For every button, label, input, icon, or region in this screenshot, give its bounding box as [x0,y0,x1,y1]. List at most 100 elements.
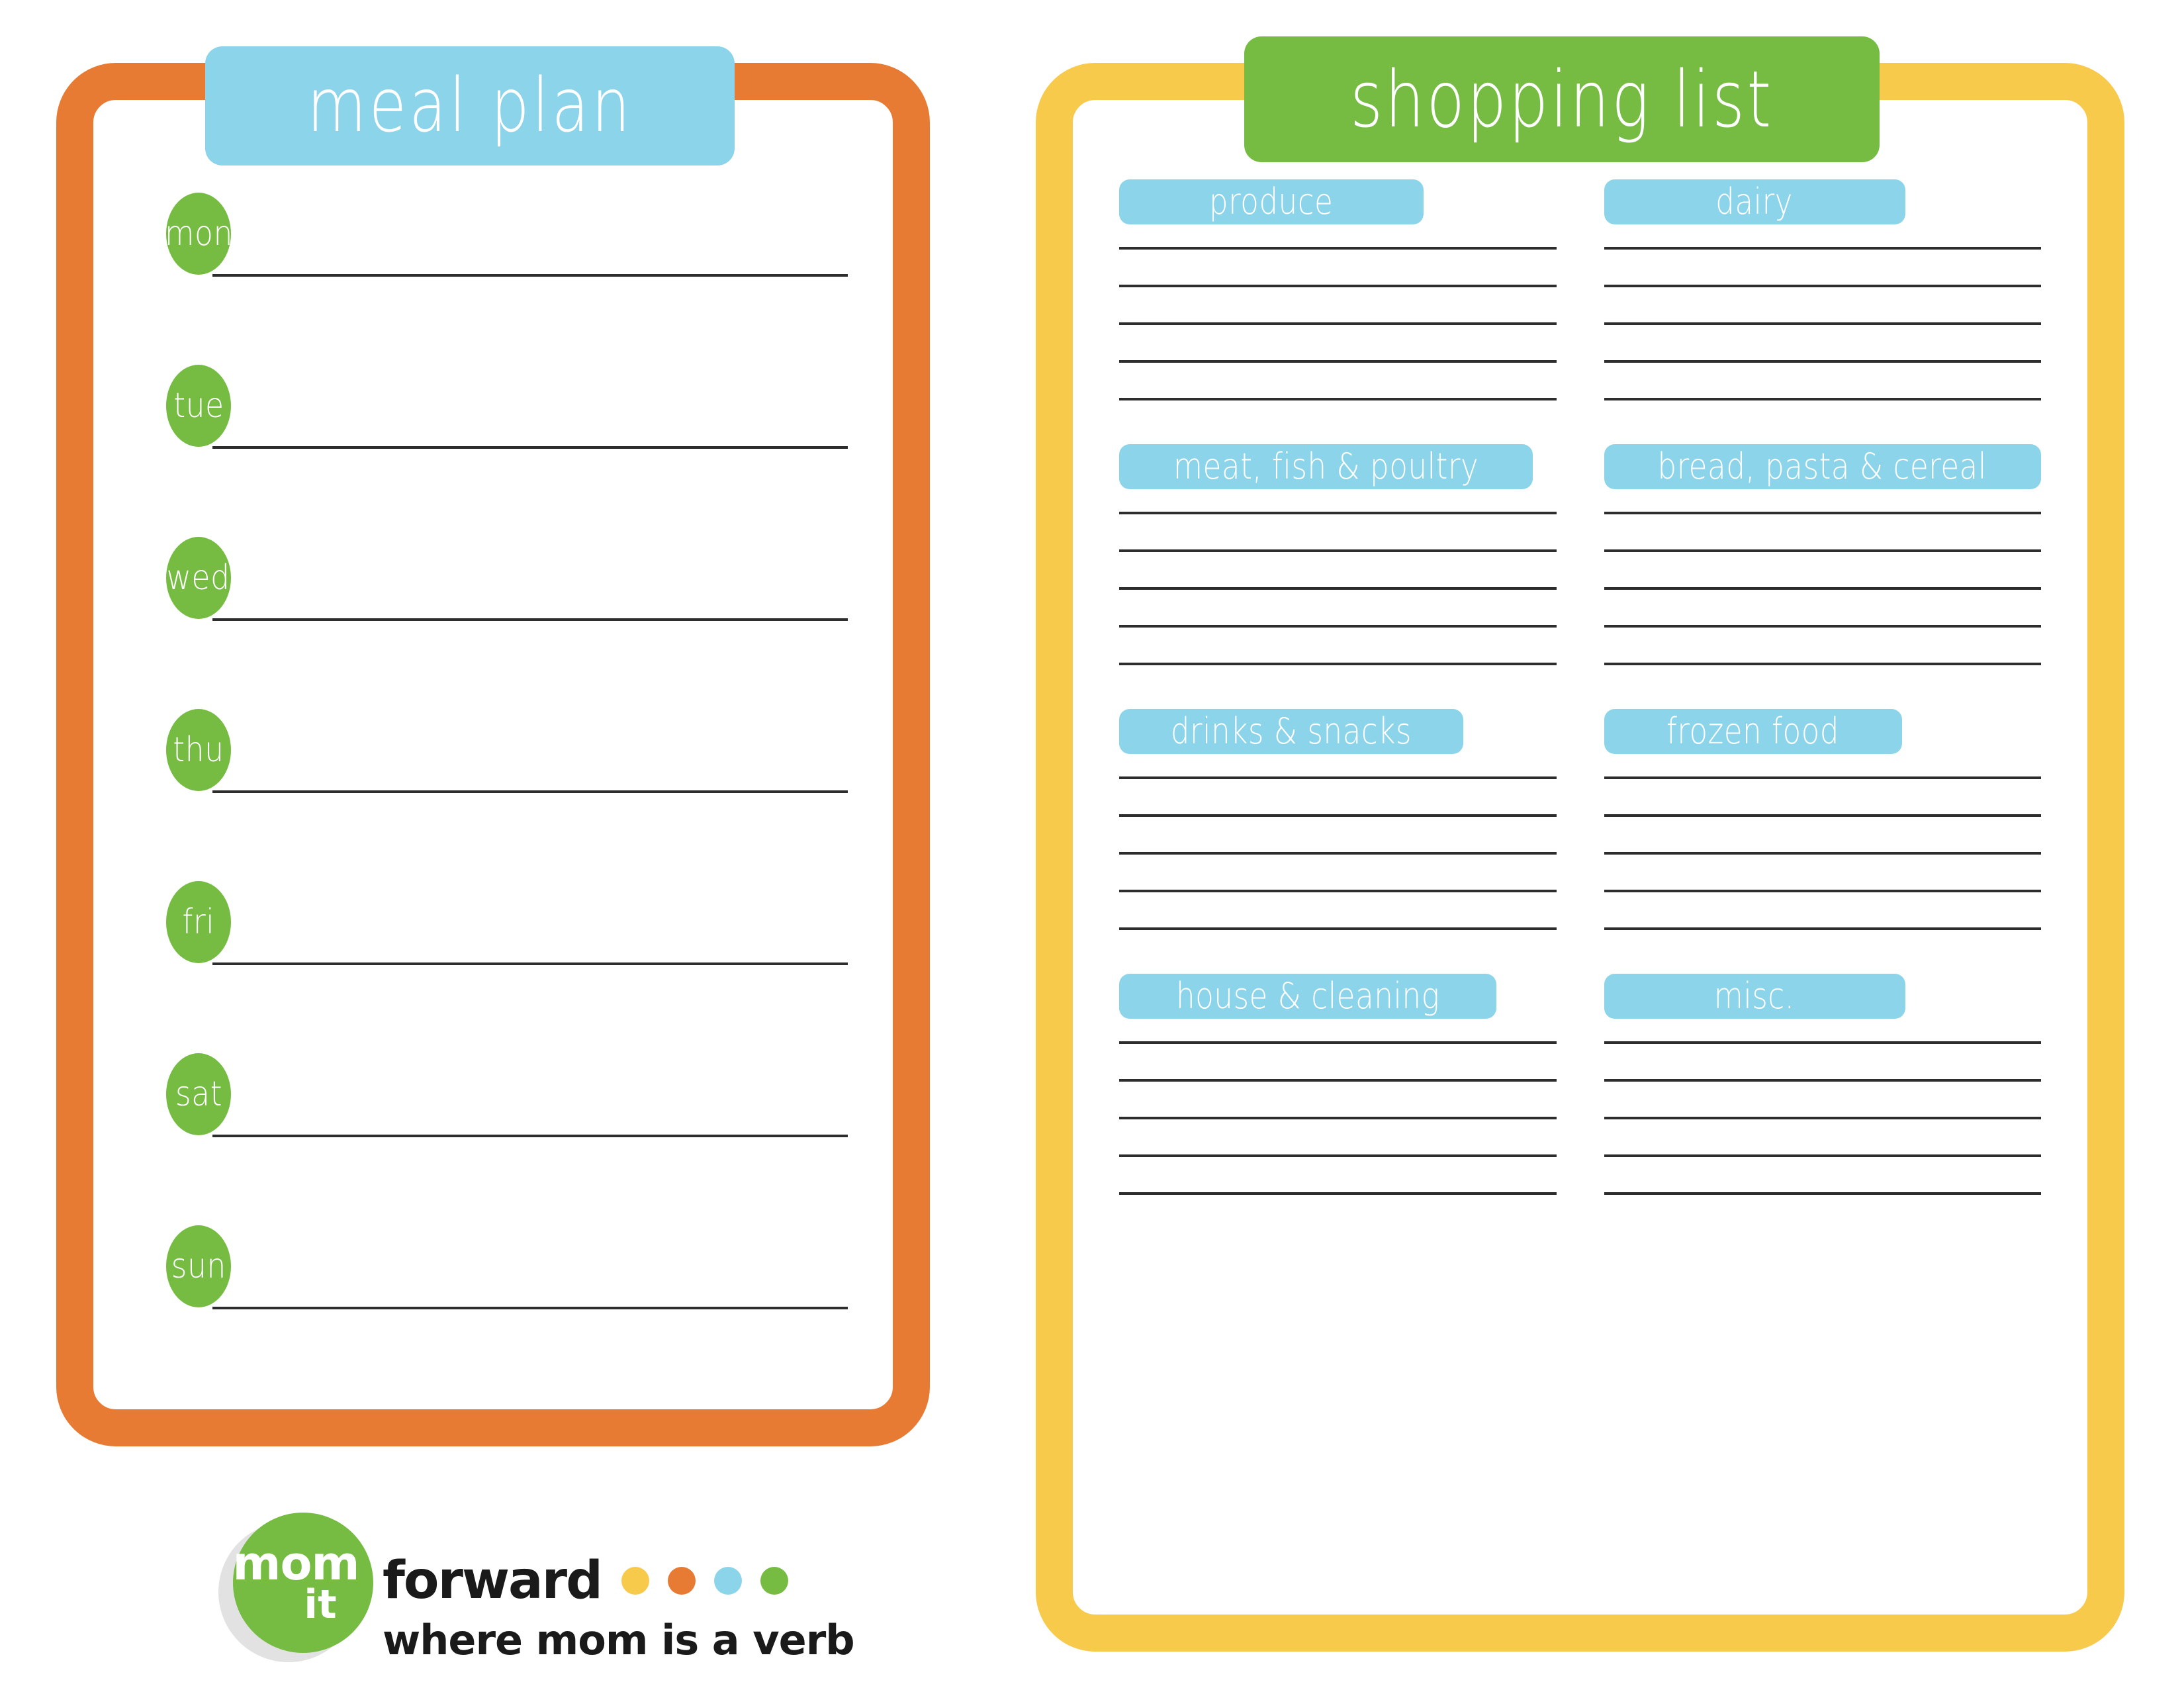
mom-it-forward-logo: mom it forward where mom is a verb [218,1513,855,1671]
shopping-write-line[interactable] [1119,587,1557,590]
shopping-write-line[interactable] [1119,549,1557,552]
shopping-category-block: drinks & snacks [1119,709,1557,930]
meal-plan-panel: mon tue wed thu fri sat sun [56,63,930,1446]
shopping-write-line[interactable] [1604,247,2041,250]
meal-plan-day-row: sun [166,1225,848,1331]
shopping-write-line[interactable] [1604,776,2041,779]
shopping-write-line[interactable] [1604,663,2041,665]
day-bubble-sat: sat [166,1053,231,1135]
logo-tagline: where mom is a verb [383,1616,855,1664]
meal-plan-day-row: sat [166,1053,848,1159]
shopping-write-line[interactable] [1604,927,2041,930]
category-line-group [1604,512,2041,665]
shopping-list-title-tab: shopping list [1244,36,1880,162]
meal-plan-write-line[interactable] [212,790,848,793]
shopping-write-line[interactable] [1119,285,1557,287]
shopping-list-category-grid: produce dairy meat, fish & poultry bread, p… [1073,100,2087,1615]
category-tag: frozen food [1604,709,1902,754]
shopping-write-line[interactable] [1119,625,1557,628]
shopping-write-line[interactable] [1604,890,2041,892]
shopping-write-line[interactable] [1604,285,2041,287]
shopping-write-line[interactable] [1604,814,2041,817]
meal-plan-day-row: mon [164,193,848,299]
meal-plan-write-line[interactable] [212,1135,848,1137]
shopping-write-line[interactable] [1119,1154,1557,1157]
meal-plan-write-line[interactable] [212,1307,848,1309]
day-bubble-label: wed [167,558,230,598]
day-bubble-tue: tue [166,365,231,447]
category-line-group [1119,247,1557,400]
category-line-group [1604,247,2041,400]
shopping-write-line[interactable] [1119,1192,1557,1195]
shopping-write-line[interactable] [1604,512,2041,514]
logo-dot-orange [667,1567,696,1595]
shopping-write-line[interactable] [1119,890,1557,892]
day-bubble-label: mon [164,214,233,254]
shopping-write-line[interactable] [1604,625,2041,628]
category-tag-label: drinks & snacks [1170,710,1412,752]
logo-word-forward: forward [383,1551,603,1611]
category-line-group [1119,512,1557,665]
day-bubble-label: tue [173,386,224,426]
shopping-write-line[interactable] [1604,1192,2041,1195]
category-line-group [1119,776,1557,930]
shopping-category-block: produce [1119,179,1557,400]
category-line-group [1604,776,2041,930]
shopping-write-line[interactable] [1604,587,2041,590]
meal-plan-write-line[interactable] [212,446,848,449]
category-tag: dairy [1604,179,1905,224]
day-bubble-thu: thu [166,709,231,791]
shopping-write-line[interactable] [1604,360,2041,363]
day-bubble-label: thu [173,730,224,770]
meal-plan-day-row: fri [166,881,848,987]
shopping-category-block: misc. [1604,974,2041,1195]
shopping-write-line[interactable] [1119,776,1557,779]
category-tag-label: dairy [1715,181,1794,222]
shopping-category-block: house & cleaning [1119,974,1557,1195]
meal-plan-day-row: wed [166,537,848,643]
meal-plan-day-row: tue [166,365,848,471]
category-tag-label: frozen food [1666,710,1840,752]
shopping-write-line[interactable] [1119,1117,1557,1119]
meal-plan-write-line[interactable] [212,618,848,621]
shopping-write-line[interactable] [1119,663,1557,665]
shopping-list-panel: produce dairy meat, fish & poultry bread, p… [1036,63,2124,1652]
shopping-write-line[interactable] [1119,247,1557,250]
logo-word-mom: mom [232,1536,360,1591]
shopping-write-line[interactable] [1604,398,2041,400]
shopping-write-line[interactable] [1119,512,1557,514]
category-tag-label: meat, fish & poultry [1173,445,1479,487]
day-bubble-fri: fri [166,881,231,963]
shopping-category-block: meat, fish & poultry [1119,444,1557,665]
shopping-category-block: bread, pasta & cereal [1604,444,2041,665]
shopping-write-line[interactable] [1604,852,2041,855]
meal-plan-write-line[interactable] [212,274,848,277]
shopping-write-line[interactable] [1119,852,1557,855]
shopping-write-line[interactable] [1604,549,2041,552]
logo-green-mark: mom it [233,1513,373,1653]
meal-plan-day-rows: mon tue wed thu fri sat sun [93,153,893,1409]
day-bubble-wed: wed [166,537,231,619]
shopping-write-line[interactable] [1119,322,1557,325]
shopping-write-line[interactable] [1604,1154,2041,1157]
logo-dot-row [621,1567,788,1595]
shopping-write-line[interactable] [1604,322,2041,325]
shopping-write-line[interactable] [1604,1041,2041,1044]
category-tag: misc. [1604,974,1905,1019]
shopping-write-line[interactable] [1119,1041,1557,1044]
category-tag-label: misc. [1714,975,1795,1017]
day-bubble-label: fri [182,902,215,942]
shopping-write-line[interactable] [1604,1079,2041,1082]
shopping-write-line[interactable] [1119,1079,1557,1082]
shopping-write-line[interactable] [1604,1117,2041,1119]
shopping-write-line[interactable] [1119,398,1557,400]
category-tag-label: house & cleaning [1175,975,1440,1017]
category-tag: house & cleaning [1119,974,1496,1019]
meal-plan-content-area: mon tue wed thu fri sat sun [93,100,893,1409]
meal-plan-write-line[interactable] [212,962,848,965]
day-bubble-label: sat [175,1074,222,1114]
meal-plan-title: meal plan [306,63,633,149]
shopping-write-line[interactable] [1119,360,1557,363]
shopping-write-line[interactable] [1119,927,1557,930]
shopping-write-line[interactable] [1119,814,1557,817]
